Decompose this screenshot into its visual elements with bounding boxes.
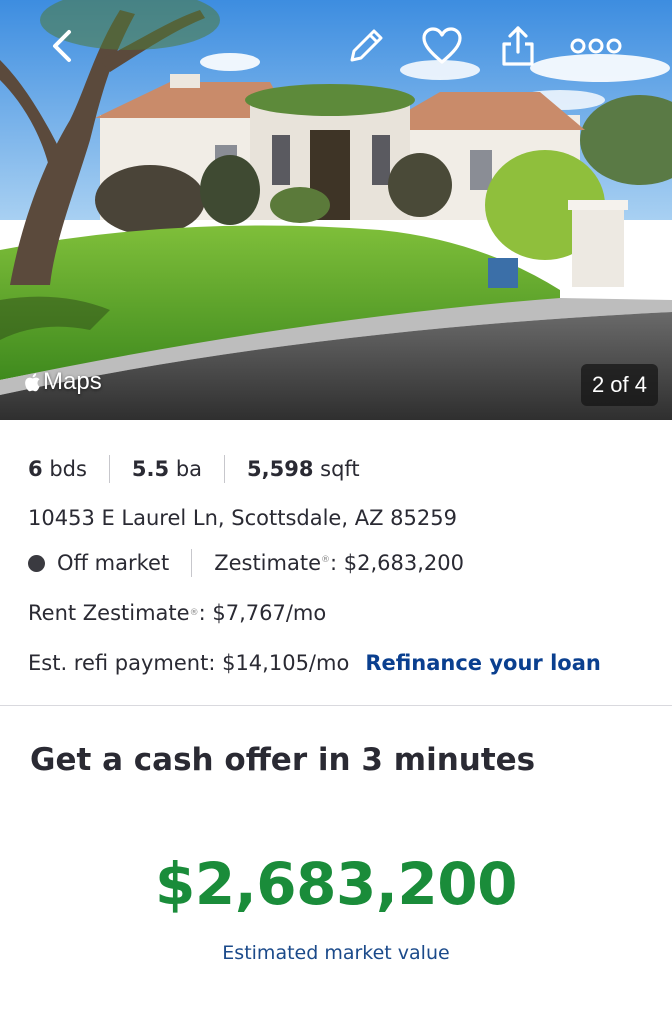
maps-logo-text: Maps [43, 368, 102, 395]
section-divider [0, 705, 672, 706]
more-dots-icon [570, 38, 622, 54]
rent-zestimate-value: : $7,767/mo [198, 601, 327, 625]
registered-mark: ® [321, 555, 330, 565]
refinance-loan-link[interactable]: Refinance your loan [365, 651, 601, 675]
zestimate-label: Zestimate [214, 551, 321, 575]
share-icon [502, 26, 534, 66]
refi-payment: Est. refi payment: $14,105/mo [28, 651, 350, 675]
baths-unit: ba [175, 457, 203, 481]
heart-icon [422, 27, 462, 64]
status-dot-icon [28, 554, 45, 572]
save-home-button[interactable] [416, 20, 468, 72]
zestimate-value: : $2,683,200 [330, 551, 464, 575]
beds-count: 6 [28, 457, 43, 481]
pencil-icon [350, 29, 383, 62]
rent-zestimate-row[interactable]: Rent Zestimate ®: $7,767/mo [28, 588, 648, 638]
edit-button[interactable] [340, 20, 392, 72]
registered-mark: ® [189, 608, 199, 618]
divider [108, 455, 110, 483]
more-options-button[interactable] [566, 20, 626, 72]
baths: 5.5 ba [132, 457, 202, 481]
cash-offer-heading: Get a cash offer in 3 minutes [30, 742, 536, 778]
back-button[interactable] [36, 20, 88, 72]
divider [191, 549, 193, 577]
rent-zestimate-label: Rent Zestimate [28, 601, 190, 625]
property-address: 10453 E Laurel Ln, Scottsdale, AZ 85259 [28, 506, 457, 530]
status-row: Off market Zestimate®: $2,683,200 [28, 538, 648, 588]
apple-logo-icon [25, 372, 40, 391]
estimated-value: $2,683,200 [155, 850, 517, 918]
home-facts: 6 bds 5.5 ba 5,598 sqft 10453 E Laurel L… [28, 440, 648, 688]
zestimate[interactable]: Zestimate®: $2,683,200 [214, 551, 464, 575]
beds-unit: bds [49, 457, 87, 481]
apple-maps-logo: Maps [24, 368, 102, 396]
beds: 6 bds [28, 457, 87, 481]
share-button[interactable] [492, 20, 544, 72]
status-label: Off market [57, 551, 170, 575]
sqft-count: 5,598 [247, 457, 314, 481]
baths-count: 5.5 [131, 457, 170, 481]
bed-bath-sqft-summary: 6 bds 5.5 ba 5,598 sqft [28, 440, 648, 498]
photo-counter: 2 of 4 [580, 364, 658, 406]
chevron-left-icon [53, 30, 71, 62]
divider [224, 455, 226, 483]
estimated-value-label: Estimated market value [222, 942, 450, 964]
refi-row: Est. refi payment: $14,105/mo Refinance … [28, 638, 648, 688]
sqft-unit: sqft [320, 457, 360, 481]
sqft: 5,598 sqft [247, 457, 360, 481]
property-photo[interactable]: Maps 2 of 4 [0, 0, 672, 420]
